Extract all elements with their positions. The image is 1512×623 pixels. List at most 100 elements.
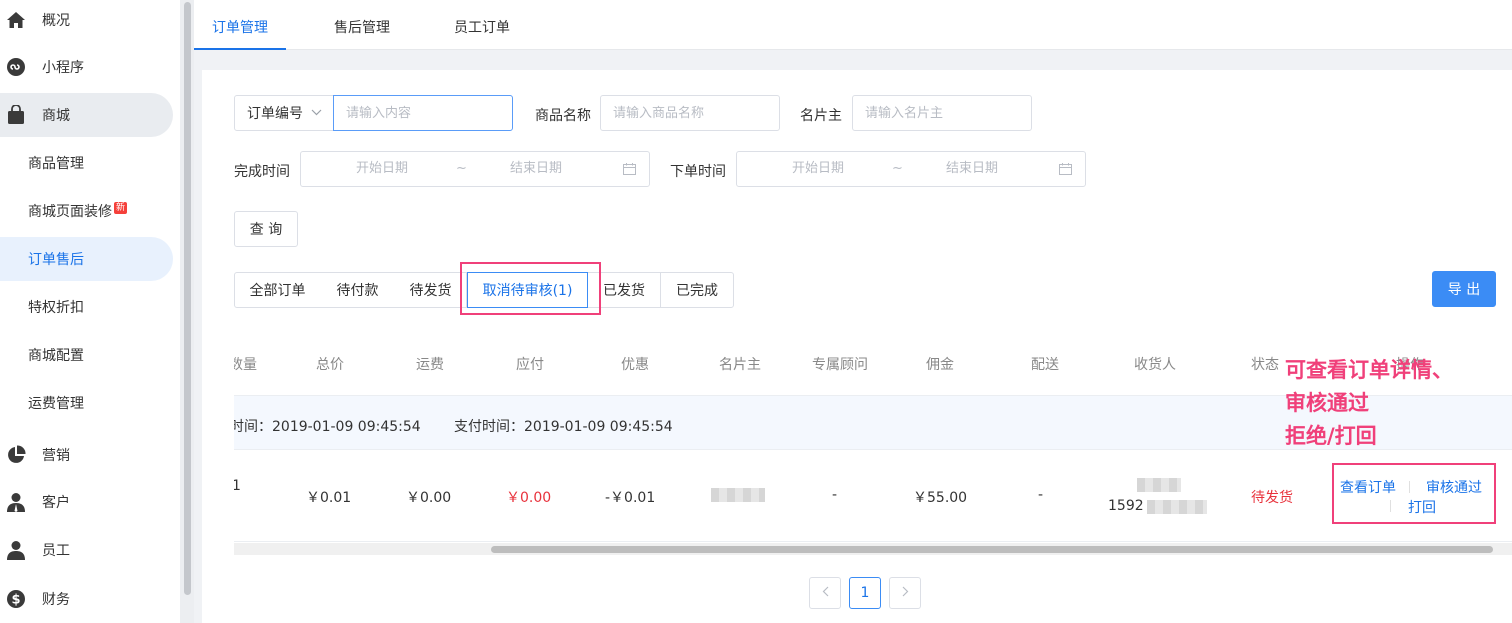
sidebar-item-miniprogram[interactable]: 小程序 [0, 45, 173, 89]
miniprogram-icon [6, 57, 26, 77]
new-badge: 新 [114, 202, 128, 214]
sidebar-item-order-aftersale[interactable]: 订单售后 [0, 237, 173, 281]
column-header-delivery: 配送 [1031, 357, 1059, 373]
sidebar-item-label: 客户 [42, 495, 70, 511]
status-tab-shipped[interactable]: 已发货 [588, 272, 661, 308]
table-row: 1 ￥0.01 ￥0.00 ￥0.00 -￥0.01 - ￥55.00 - 15… [234, 450, 1512, 542]
column-header-status: 状态 [1251, 357, 1279, 373]
status-tab-pending-payment[interactable]: 待付款 [320, 272, 396, 308]
sidebar-scrollbar-thumb[interactable] [184, 2, 191, 595]
reject-return-link[interactable]: 打回 [1408, 497, 1436, 517]
annotation-line: 审核通过 [1285, 391, 1369, 415]
sidebar-item-label: 员工 [42, 543, 70, 559]
annotation-line: 可查看订单详情、 [1285, 358, 1453, 382]
end-date-placeholder: 结束日期 [946, 161, 999, 176]
view-order-link[interactable]: 查看订单 [1340, 477, 1396, 497]
sidebar-item-mall[interactable]: 商城 [0, 93, 173, 137]
chevron-down-icon [311, 108, 322, 119]
column-header-discount: 优惠 [621, 357, 649, 373]
table-horizontal-scrollbar-thumb[interactable] [491, 546, 1493, 553]
sidebar-item-staff[interactable]: 员工 [0, 528, 173, 572]
sidebar-item-label: 财务 [42, 592, 70, 608]
cell-discount: -￥0.01 [605, 490, 656, 506]
cell-receiver-phone-redacted [1147, 500, 1207, 514]
calendar-icon [623, 163, 636, 175]
tab-aftersale-management[interactable]: 售后管理 [314, 0, 410, 50]
sidebar-item-label: 商城页面装修新 [28, 201, 128, 221]
action-separator [1409, 481, 1410, 493]
card-owner-label: 名片主 [800, 108, 842, 124]
cell-qty: 1 [234, 478, 241, 494]
sidebar-item-label: 运费管理 [28, 396, 84, 412]
dollar-icon: $ [6, 589, 26, 609]
cell-status: 待发货 [1251, 490, 1293, 506]
sidebar-item-label: 营销 [42, 448, 70, 464]
sidebar-item-label: 概况 [42, 13, 70, 29]
status-tab-all[interactable]: 全部订单 [234, 272, 321, 308]
column-header-commission: 佣金 [926, 357, 954, 373]
complete-time-label: 完成时间 [234, 164, 290, 180]
sidebar-item-text: 商城页面装修 [28, 204, 112, 220]
home-icon [6, 10, 26, 30]
complete-time-range-picker[interactable]: 开始日期 ~ 结束日期 [300, 151, 650, 187]
calendar-icon [1059, 163, 1072, 175]
next-page-button[interactable] [889, 577, 921, 609]
column-header-payable: 应付 [516, 357, 544, 373]
approve-review-link[interactable]: 审核通过 [1426, 477, 1482, 497]
cell-receiver-phone: 1592 [1108, 498, 1144, 514]
page-number-button[interactable]: 1 [849, 577, 881, 609]
query-button[interactable]: 查 询 [234, 211, 298, 247]
order-field-select-value: 订单编号 [247, 106, 303, 122]
end-date-placeholder: 结束日期 [510, 161, 563, 176]
order-time-label: 下单时间 [670, 164, 726, 180]
product-name-input[interactable] [600, 95, 780, 131]
column-header-card-owner: 名片主 [719, 357, 761, 373]
tab-order-management[interactable]: 订单管理 [194, 0, 286, 50]
prev-page-button[interactable] [809, 577, 841, 609]
sidebar-item-product-management[interactable]: 商品管理 [0, 141, 173, 185]
sidebar-item-label: 商品管理 [28, 156, 84, 172]
cell-advisor: - [832, 487, 838, 503]
sidebar-item-label: 小程序 [42, 60, 84, 76]
column-header-shipping: 运费 [416, 357, 444, 373]
pie-chart-icon [6, 445, 26, 465]
order-time-range-picker[interactable]: 开始日期 ~ 结束日期 [736, 151, 1086, 187]
sidebar-item-customer[interactable]: 客户 [0, 480, 173, 524]
card-owner-input[interactable] [852, 95, 1032, 131]
sidebar-item-page-decoration[interactable]: 商城页面装修新 [0, 189, 173, 233]
sidebar-item-finance[interactable]: $ 财务 [0, 577, 173, 621]
column-header-total: 总价 [316, 357, 344, 373]
range-separator: ~ [892, 161, 903, 176]
export-button[interactable]: 导 出 [1432, 271, 1496, 307]
status-tab-completed[interactable]: 已完成 [660, 272, 734, 308]
sidebar-item-marketing[interactable]: 营销 [0, 433, 173, 477]
status-tab-cancel-pending-review[interactable]: 取消待审核(1) [467, 272, 588, 308]
order-time-text: 时间：2019-01-09 09:45:54 [234, 419, 421, 435]
cell-payable: ￥0.00 [506, 490, 552, 506]
column-header-advisor: 专属顾问 [812, 357, 868, 373]
sidebar-item-label: 商城配置 [28, 348, 84, 364]
pay-time-text: 支付时间：2019-01-09 09:45:54 [454, 419, 673, 435]
action-separator [1390, 500, 1391, 512]
order-field-select[interactable]: 订单编号 [234, 95, 334, 131]
sidebar-item-shipping-management[interactable]: 运费管理 [0, 381, 173, 425]
sidebar-item-overview[interactable]: 概况 [0, 0, 173, 40]
annotation-text: 可查看订单详情、 审核通过 拒绝/打回 [1285, 354, 1505, 453]
sidebar-item-label: 特权折扣 [28, 300, 84, 316]
sidebar: 概况 小程序 商城 商品管理 商城页面装修新 订单售后 特权折扣 商城配置 运费… [0, 0, 180, 623]
sidebar-item-privilege-discount[interactable]: 特权折扣 [0, 285, 173, 329]
column-header-receiver: 收货人 [1134, 357, 1176, 373]
start-date-placeholder: 开始日期 [792, 161, 845, 176]
cell-total: ￥0.01 [306, 490, 352, 506]
chevron-left-icon [822, 585, 829, 601]
svg-text:$: $ [11, 593, 20, 608]
cell-commission: ￥55.00 [913, 490, 968, 506]
sidebar-item-label: 订单售后 [28, 252, 84, 268]
chevron-right-icon [902, 585, 909, 601]
order-search-input[interactable] [333, 95, 513, 131]
staff-icon [6, 540, 26, 560]
cell-receiver-name-redacted [1137, 478, 1181, 492]
tab-staff-orders[interactable]: 员工订单 [434, 0, 530, 50]
status-tab-pending-shipment[interactable]: 待发货 [395, 272, 467, 308]
sidebar-item-mall-config[interactable]: 商城配置 [0, 333, 173, 377]
